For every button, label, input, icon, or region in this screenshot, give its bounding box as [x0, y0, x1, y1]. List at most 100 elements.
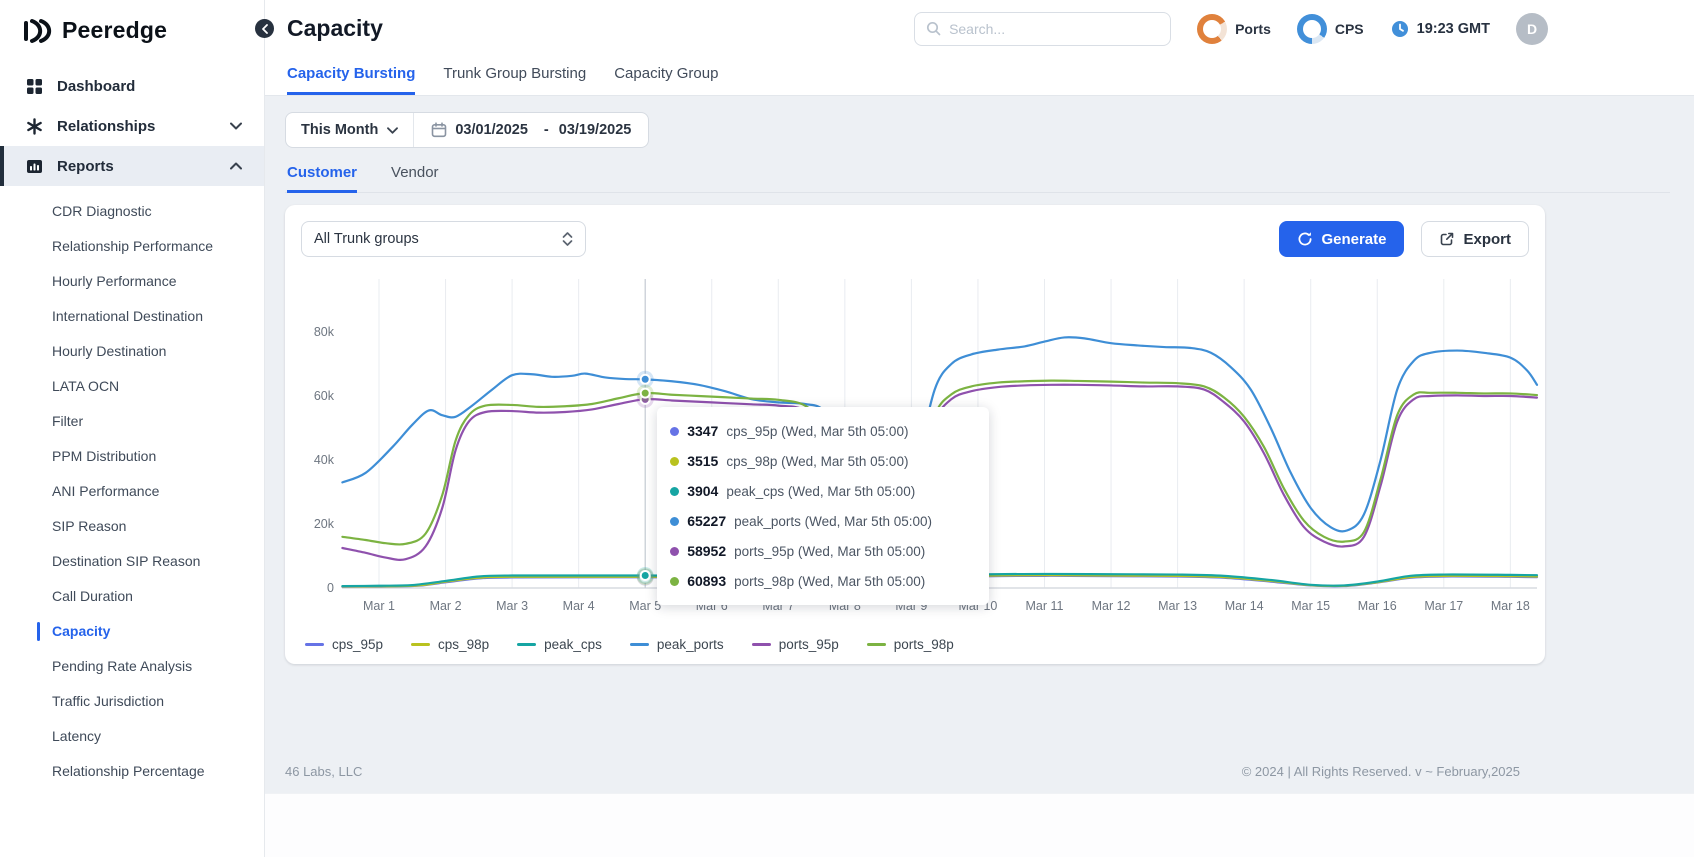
sidebar-item-call-duration[interactable]: Call Duration — [0, 579, 264, 614]
date-filter-combo: This Month 03/01/2025 - 03/19/2025 — [285, 112, 650, 148]
tooltip-series-label: peak_cps (Wed, Mar 5th 05:00) — [726, 483, 916, 499]
collapse-sidebar-button[interactable] — [255, 19, 274, 38]
trunk-group-value: All Trunk groups — [314, 231, 419, 247]
calendar-icon — [431, 122, 447, 138]
tooltip-row-ports_95p: 58952 ports_95p (Wed, Mar 5th 05:00) — [670, 536, 976, 566]
legend-label: peak_ports — [656, 637, 724, 652]
sidebar-item-international-destination[interactable]: International Destination — [0, 299, 264, 334]
dashboard-icon — [26, 78, 43, 95]
svg-text:Mar 4: Mar 4 — [563, 599, 595, 613]
sidebar-item-capacity[interactable]: Capacity — [0, 614, 264, 649]
legend-marker-icon — [629, 643, 649, 646]
svg-text:Mar 16: Mar 16 — [1358, 599, 1397, 613]
tooltip-row-cps_95p: 3347 cps_95p (Wed, Mar 5th 05:00) — [670, 416, 976, 446]
series-dot-icon — [670, 516, 680, 526]
sidebar-item-relationship-performance[interactable]: Relationship Performance — [0, 229, 264, 264]
page-title: Capacity — [287, 15, 383, 41]
tooltip-value: 60893 — [687, 573, 727, 589]
sidebar-item-destination-sip-reason[interactable]: Destination SIP Reason — [0, 544, 264, 579]
legend-label: peak_cps — [544, 637, 602, 652]
sidebar-item-ani-performance[interactable]: ANI Performance — [0, 474, 264, 509]
legend-marker-icon — [517, 643, 537, 646]
legend-item-cps_95p[interactable]: cps_95p — [305, 637, 383, 652]
legend-item-ports_95p[interactable]: ports_95p — [751, 637, 839, 652]
sidebar-item-label: Dashboard — [57, 77, 136, 95]
card-header: All Trunk groups Generate Export — [285, 221, 1545, 257]
sidebar-item-cdr-diagnostic[interactable]: CDR Diagnostic — [0, 194, 264, 229]
search-icon — [926, 21, 941, 36]
sidebar-item-pending-rate-analysis[interactable]: Pending Rate Analysis — [0, 649, 264, 684]
reports-submenu: CDR Diagnostic Relationship Performance Ho… — [0, 186, 264, 793]
sync-icon — [1297, 231, 1313, 247]
tooltip-value: 3904 — [687, 483, 719, 499]
cps-gauge-label: CPS — [1334, 20, 1364, 37]
series-dot-icon — [670, 546, 680, 556]
tooltip-value: 3347 — [687, 423, 719, 439]
sidebar-item-hourly-performance[interactable]: Hourly Performance — [0, 264, 264, 299]
chart-area[interactable]: Mar 1 Mar 2 Mar 3 Mar 4 Mar 5 Mar 6 Mar 7 Mar 8… — [300, 271, 1540, 631]
main-tabbar: Capacity Bursting Trunk Group Bursting C… — [265, 57, 1694, 96]
legend-item-peak_ports[interactable]: peak_ports — [629, 637, 724, 652]
top-header: Capacity Ports CPS — [255, 0, 1694, 57]
sidebar: Peeredge Dashboard Relationships Reports… — [0, 0, 265, 857]
tooltip-row-peak_cps: 3904 peak_cps (Wed, Mar 5th 05:00) — [670, 476, 976, 506]
date-range-picker[interactable]: 03/01/2025 - 03/19/2025 — [413, 113, 648, 147]
series-dot-icon — [670, 426, 680, 436]
tooltip-value: 65227 — [687, 513, 727, 529]
sidebar-item-filter[interactable]: Filter — [0, 404, 264, 439]
date-separator: - — [543, 122, 549, 138]
cps-gauge[interactable]: CPS — [1296, 13, 1364, 44]
relationships-icon — [26, 117, 43, 135]
user-avatar[interactable]: D — [1516, 12, 1548, 45]
brand-logo[interactable]: Peeredge — [0, 0, 264, 58]
svg-text:80k: 80k — [314, 325, 335, 339]
legend-marker-icon — [751, 643, 771, 646]
tooltip-series-label: ports_98p (Wed, Mar 5th 05:00) — [734, 573, 926, 589]
sidebar-item-relationships[interactable]: Relationships — [0, 106, 264, 146]
generate-button[interactable]: Generate — [1279, 221, 1405, 257]
legend-label: cps_95p — [332, 637, 384, 652]
legend-item-ports_98p[interactable]: ports_98p — [866, 637, 954, 652]
sidebar-item-reports[interactable]: Reports — [0, 146, 264, 186]
series-dot-icon — [670, 486, 680, 496]
svg-text:Mar 13: Mar 13 — [1158, 599, 1197, 613]
header-right-cluster: Ports CPS 19:23 GMT D — [914, 11, 1548, 46]
tab-trunk-group-bursting[interactable]: Trunk Group Bursting — [443, 57, 586, 95]
legend-marker-icon — [305, 643, 324, 646]
subtab-vendor[interactable]: Vendor — [391, 164, 439, 193]
period-select[interactable]: This Month — [286, 113, 413, 147]
sidebar-item-latency[interactable]: Latency — [0, 719, 264, 754]
chevron-down-icon — [230, 122, 242, 130]
subtab-customer[interactable]: Customer — [287, 164, 358, 193]
legend-marker-icon — [866, 643, 886, 646]
svg-text:40k: 40k — [314, 453, 335, 467]
tab-capacity-bursting[interactable]: Capacity Bursting — [287, 57, 416, 95]
trunk-group-select[interactable]: All Trunk groups — [301, 221, 586, 257]
ports-gauge[interactable]: Ports — [1197, 13, 1271, 44]
legend-item-peak_cps[interactable]: peak_cps — [517, 637, 602, 652]
footer: 46 Labs, LLC © 2024 | All Rights Reserve… — [265, 749, 1694, 793]
svg-text:Mar 11: Mar 11 — [1026, 599, 1064, 613]
clock-icon — [1390, 19, 1410, 39]
sidebar-item-hourly-destination[interactable]: Hourly Destination — [0, 334, 264, 369]
search-input[interactable] — [949, 20, 1160, 37]
search-box[interactable] — [914, 11, 1172, 46]
svg-text:0: 0 — [327, 581, 334, 595]
app-root: Peeredge Dashboard Relationships Reports… — [0, 0, 1694, 857]
legend-label: ports_98p — [893, 637, 954, 652]
sidebar-item-traffic-jurisdiction[interactable]: Traffic Jurisdiction — [0, 684, 264, 719]
chevron-down-icon — [387, 126, 399, 134]
capacity-card: All Trunk groups Generate Export Mar 1 M… — [285, 205, 1545, 664]
sidebar-item-lata-ocn[interactable]: LATA OCN — [0, 369, 264, 404]
legend-item-cps_98p[interactable]: cps_98p — [411, 637, 489, 652]
sidebar-item-relationship-percentage[interactable]: Relationship Percentage — [0, 754, 264, 789]
sidebar-item-sip-reason[interactable]: SIP Reason — [0, 509, 264, 544]
sidebar-item-ppm-distribution[interactable]: PPM Distribution — [0, 439, 264, 474]
export-button[interactable]: Export — [1421, 221, 1529, 257]
legend-marker-icon — [411, 643, 431, 646]
tooltip-row-cps_98p: 3515 cps_98p (Wed, Mar 5th 05:00) — [670, 446, 976, 476]
tab-capacity-group[interactable]: Capacity Group — [614, 57, 718, 95]
svg-text:Mar 14: Mar 14 — [1225, 599, 1264, 613]
sidebar-item-dashboard[interactable]: Dashboard — [0, 66, 264, 106]
sidebar-nav: Dashboard Relationships Reports CDR Diag… — [0, 66, 264, 793]
